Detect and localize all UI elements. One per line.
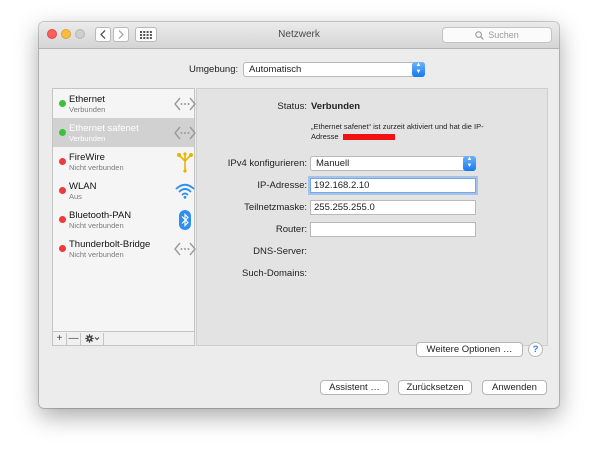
status-description-line1: „Ethernet safenet“ ist zurzeit aktiviert… xyxy=(311,122,484,131)
apply-button[interactable]: Anwenden xyxy=(482,380,547,395)
service-status: Nicht verbunden xyxy=(69,163,124,172)
add-service-button[interactable]: + xyxy=(53,332,67,345)
service-status: Nicht verbunden xyxy=(69,250,124,259)
service-item[interactable]: FireWire Nicht verbunden xyxy=(53,147,194,176)
status-description-line2: Adresse xyxy=(311,132,339,141)
ethernet-icon xyxy=(174,122,196,144)
service-item[interactable]: Bluetooth-PAN Nicht verbunden xyxy=(53,205,194,234)
router-field[interactable] xyxy=(310,222,476,237)
status-description: „Ethernet safenet“ ist zurzeit aktiviert… xyxy=(311,122,484,142)
chevron-updown-icon: ▲ ▼ xyxy=(412,62,425,77)
dns-server-label: DNS-Server: xyxy=(253,246,307,257)
forward-button[interactable] xyxy=(113,27,129,42)
gear-icon xyxy=(84,334,99,343)
reset-button[interactable]: Zurücksetzen xyxy=(398,380,472,395)
ethernet-icon xyxy=(174,238,196,260)
search-icon xyxy=(475,30,485,40)
status-dot xyxy=(59,245,66,252)
show-all-button[interactable] xyxy=(135,27,157,42)
status-label: Status: xyxy=(277,101,307,112)
service-status: Verbunden xyxy=(69,134,106,143)
wifi-icon xyxy=(174,180,196,202)
search-placeholder: Suchen xyxy=(488,30,519,40)
action-menu-button[interactable] xyxy=(81,332,104,345)
service-name: Bluetooth-PAN xyxy=(69,210,132,221)
service-list: Ethernet Verbunden Ethernet safenet Verbund… xyxy=(52,88,196,346)
chevron-right-icon xyxy=(118,30,124,39)
firewire-icon xyxy=(174,151,196,173)
subnet-mask-label: Teilnetzmaske: xyxy=(244,202,307,213)
service-name: FireWire xyxy=(69,152,105,163)
advanced-options-button[interactable]: Weitere Optionen … xyxy=(416,342,523,357)
zoom-window-button[interactable] xyxy=(75,29,85,39)
service-name: Thunderbolt-Bridge xyxy=(69,239,151,250)
service-status: Aus xyxy=(69,192,82,201)
status-dot xyxy=(59,187,66,194)
location-popup[interactable]: Automatisch ▲ ▼ xyxy=(243,62,425,77)
service-item[interactable]: Ethernet safenet Verbunden xyxy=(53,118,196,147)
ethernet-icon xyxy=(174,93,196,115)
chevron-left-icon xyxy=(100,30,106,39)
chevron-updown-icon: ▲ ▼ xyxy=(463,156,476,171)
assistant-button[interactable]: Assistent … xyxy=(320,380,389,395)
service-item[interactable]: Thunderbolt-Bridge Nicht verbunden xyxy=(53,234,196,263)
status-value: Verbunden xyxy=(311,101,361,112)
ip-address-field[interactable]: 192.168.2.10 xyxy=(310,178,476,193)
grid-icon xyxy=(140,30,152,39)
title-bar: Netzwerk Suchen xyxy=(39,22,559,49)
ipv4-configure-label: IPv4 konfigurieren: xyxy=(227,158,307,169)
service-detail-panel: Status: Verbunden „Ethernet safenet“ ist… xyxy=(196,88,548,357)
bluetooth-icon xyxy=(174,209,196,231)
router-label: Router: xyxy=(275,224,307,235)
status-dot xyxy=(59,129,66,136)
service-status: Verbunden xyxy=(69,105,106,114)
help-button[interactable]: ? xyxy=(528,342,543,357)
subnet-mask-field[interactable]: 255.255.255.0 xyxy=(310,200,476,215)
search-field[interactable]: Suchen xyxy=(442,27,552,43)
minimize-window-button[interactable] xyxy=(61,29,71,39)
service-name: WLAN xyxy=(69,181,97,192)
location-value: Automatisch xyxy=(249,64,302,75)
ip-address-label: IP-Adresse: xyxy=(257,180,307,191)
remove-service-button[interactable]: — xyxy=(67,332,81,345)
service-name: Ethernet safenet xyxy=(69,123,139,134)
network-preferences-window: Netzwerk Suchen Umgebung: Automatisch ▲ ▼… xyxy=(39,22,559,408)
status-dot xyxy=(59,158,66,165)
ipv4-configure-value: Manuell xyxy=(316,158,350,169)
redacted-address xyxy=(342,134,395,141)
service-name: Ethernet xyxy=(69,94,105,105)
service-status: Nicht verbunden xyxy=(69,221,124,230)
search-domains-label: Such-Domains: xyxy=(242,268,307,279)
back-button[interactable] xyxy=(95,27,111,42)
status-dot xyxy=(59,100,66,107)
service-item[interactable]: WLAN Aus xyxy=(53,176,196,205)
close-window-button[interactable] xyxy=(47,29,57,39)
service-item[interactable]: Ethernet Verbunden xyxy=(53,89,196,118)
ipv4-configure-popup[interactable]: Manuell ▲ ▼ xyxy=(310,156,476,171)
status-dot xyxy=(59,216,66,223)
service-list-toolbar: + — xyxy=(53,331,194,345)
location-label: Umgebung: xyxy=(189,64,239,75)
